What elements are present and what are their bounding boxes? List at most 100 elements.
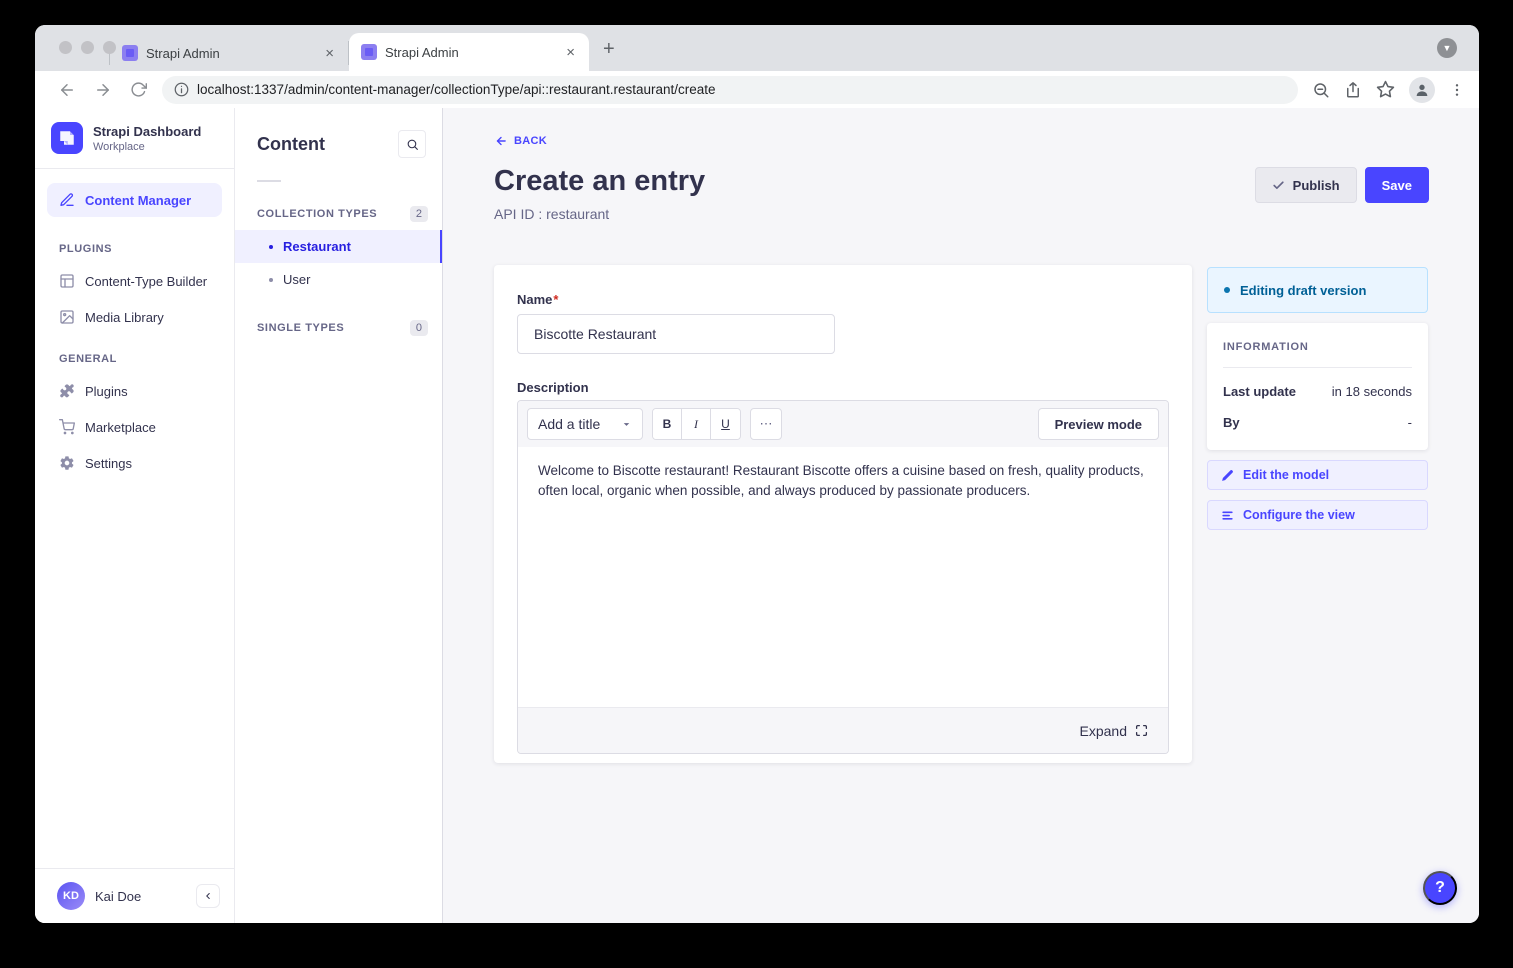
edit-model-button[interactable]: Edit the model (1207, 460, 1428, 490)
sidebar-section-general: GENERAL (35, 335, 234, 373)
content-subnav: Content COLLECTION TYPES 2 Restaurant Us… (235, 108, 443, 923)
image-icon (59, 309, 75, 325)
description-text: Welcome to Biscotte restaurant! Restaura… (538, 461, 1148, 500)
user-name: Kai Doe (95, 889, 186, 904)
help-button[interactable]: ? (1423, 871, 1457, 905)
status-dot-icon (1224, 287, 1230, 293)
title-style-select[interactable]: Add a title (527, 408, 643, 440)
api-id-text: API ID : restaurant (494, 206, 705, 222)
share-icon[interactable] (1344, 81, 1362, 99)
sidebar-item-label: Plugins (85, 384, 128, 399)
brand-title: Strapi Dashboard (93, 124, 201, 139)
tab-search-chevron-icon[interactable]: ▼ (1437, 38, 1457, 58)
sidebar-item-content-manager[interactable]: Content Manager (47, 183, 222, 217)
meta-column: Editing draft version INFORMATION Last u… (1207, 265, 1428, 530)
tab-close-icon[interactable]: × (323, 45, 336, 62)
sidebar-item-label: Media Library (85, 310, 164, 325)
profile-avatar-icon[interactable] (1409, 77, 1435, 103)
tab-title: Strapi Admin (385, 45, 564, 60)
bold-button[interactable]: B (653, 409, 682, 439)
collection-types-count: 2 (410, 206, 428, 222)
sidebar-user: KD Kai Doe (35, 868, 234, 923)
toolbar-actions (1312, 77, 1465, 103)
close-window-icon[interactable] (59, 41, 72, 54)
traffic-lights[interactable] (59, 41, 116, 54)
pen-icon (59, 192, 75, 208)
info-row-last-update: Last update in 18 seconds (1223, 384, 1412, 399)
draft-status-badge: Editing draft version (1207, 267, 1428, 313)
strapi-app: Strapi Dashboard Workplace Content Manag… (35, 108, 1479, 923)
maximize-window-icon[interactable] (103, 41, 116, 54)
editor-toolbar: Add a title B I U ⋯ Preview mode (518, 401, 1168, 447)
brand-subtitle: Workplace (93, 141, 201, 153)
save-button[interactable]: Save (1365, 167, 1429, 203)
sidebar-item-label: Marketplace (85, 420, 156, 435)
strapi-favicon (122, 45, 138, 61)
tab-strapi-admin-2[interactable]: Strapi Admin × (349, 33, 589, 71)
main-content: BACK Create an entry API ID : restaurant… (443, 108, 1479, 923)
underline-button[interactable]: U (711, 409, 740, 439)
search-button[interactable] (398, 130, 426, 158)
menu-dots-icon[interactable] (1449, 82, 1465, 98)
sidebar-item-marketplace[interactable]: Marketplace (47, 410, 222, 444)
name-input[interactable] (517, 314, 835, 354)
cart-icon (59, 419, 75, 435)
forward-nav-icon[interactable] (94, 81, 112, 99)
sidebar-item-plugins[interactable]: Plugins (47, 374, 222, 408)
sidebar-item-content-type-builder[interactable]: Content-Type Builder (47, 264, 222, 298)
information-card: INFORMATION Last update in 18 seconds By… (1207, 323, 1428, 450)
entry-form-card: Name* Description Add a title B I (494, 265, 1192, 763)
description-textarea[interactable]: Welcome to Biscotte restaurant! Restaura… (518, 447, 1168, 707)
sidebar-item-settings[interactable]: Settings (47, 446, 222, 480)
expand-icon[interactable] (1135, 724, 1148, 737)
minimize-window-icon[interactable] (81, 41, 94, 54)
configure-view-button[interactable]: Configure the view (1207, 500, 1428, 530)
bookmark-star-icon[interactable] (1376, 80, 1395, 99)
reload-icon[interactable] (130, 81, 147, 98)
url-bar[interactable]: localhost:1337/admin/content-manager/col… (162, 76, 1298, 104)
divider (1223, 367, 1412, 368)
tab-title: Strapi Admin (146, 46, 323, 61)
sidebar-item-label: Settings (85, 456, 132, 471)
sidebar-item-media-library[interactable]: Media Library (47, 300, 222, 334)
expand-label[interactable]: Expand (1080, 723, 1127, 739)
subnav-title: Content (257, 134, 325, 155)
search-icon (406, 138, 419, 151)
workspace-brand[interactable]: Strapi Dashboard Workplace (35, 108, 234, 169)
puzzle-icon (59, 383, 75, 399)
single-types-count: 0 (410, 320, 428, 336)
information-title: INFORMATION (1223, 341, 1412, 353)
italic-button[interactable]: I (682, 409, 711, 439)
preview-mode-button[interactable]: Preview mode (1038, 408, 1159, 440)
new-tab-button[interactable]: + (603, 38, 615, 61)
collection-types-label: COLLECTION TYPES (257, 208, 377, 220)
rich-text-editor: Add a title B I U ⋯ Preview mode (517, 400, 1169, 754)
bullet-icon (269, 245, 273, 249)
tab-strip: Strapi Admin × Strapi Admin × + ▼ (35, 25, 1479, 71)
site-info-icon[interactable] (174, 82, 189, 97)
tab-close-icon[interactable]: × (564, 44, 577, 61)
back-link[interactable]: BACK (494, 134, 547, 148)
url-text: localhost:1337/admin/content-manager/col… (197, 82, 716, 97)
sidebar-item-label: Content-Type Builder (85, 274, 207, 289)
required-asterisk: * (553, 292, 558, 307)
format-button-group: B I U (652, 408, 741, 440)
back-nav-icon[interactable] (58, 81, 76, 99)
single-types-label: SINGLE TYPES (257, 322, 344, 334)
page-title: Create an entry (494, 165, 705, 198)
arrow-left-icon (494, 134, 508, 148)
subnav-item-restaurant[interactable]: Restaurant (235, 230, 442, 263)
chevron-down-icon (621, 419, 632, 430)
name-field-label: Name* (517, 292, 558, 307)
tab-strapi-admin-1[interactable]: Strapi Admin × (109, 41, 349, 65)
sidebar-item-label: Content Manager (85, 193, 191, 208)
divider (257, 180, 281, 182)
zoom-out-icon[interactable] (1312, 81, 1330, 99)
sidebar-section-plugins: PLUGINS (35, 225, 234, 263)
collapse-sidebar-button[interactable] (196, 884, 220, 908)
subnav-item-label: User (283, 272, 310, 287)
publish-button[interactable]: Publish (1255, 167, 1357, 203)
more-formats-button[interactable]: ⋯ (750, 408, 782, 440)
subnav-item-user[interactable]: User (235, 263, 442, 296)
user-avatar[interactable]: KD (57, 882, 85, 910)
